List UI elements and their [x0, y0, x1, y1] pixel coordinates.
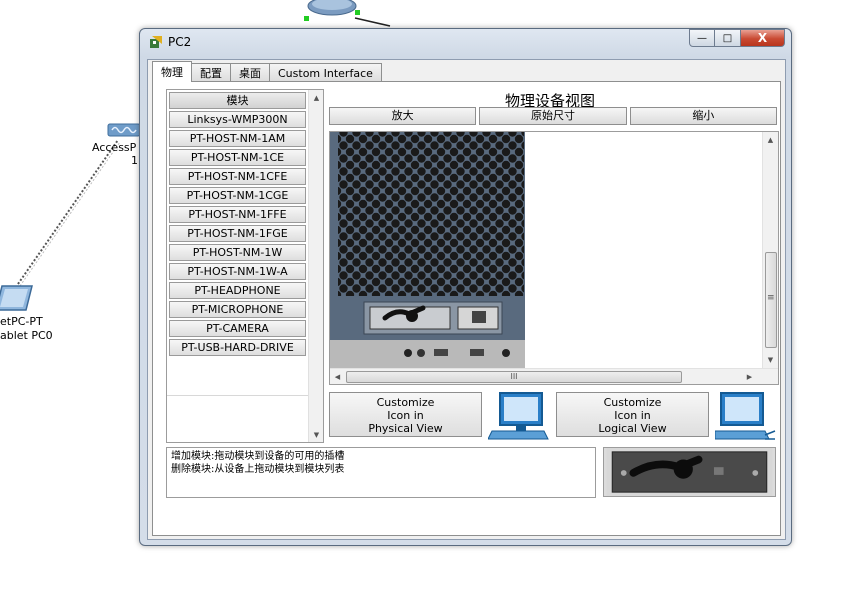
- tab-physical[interactable]: 物理: [152, 61, 192, 82]
- module-item[interactable]: PT-HOST-NM-1FFE: [169, 206, 306, 223]
- tablet-pc-icon[interactable]: [0, 284, 34, 314]
- tab-config[interactable]: 配置: [191, 63, 231, 82]
- module-list-header[interactable]: 模块: [169, 92, 306, 109]
- module-item[interactable]: PT-MICROPHONE: [169, 301, 306, 318]
- module-preview-image: [603, 447, 776, 497]
- tab-custom-interface[interactable]: Custom Interface: [269, 63, 382, 82]
- help-add-module: 增加模块:拖动模块到设备的可用的插槽: [171, 451, 345, 462]
- access-point-number: 1: [131, 154, 138, 167]
- vertical-grip: ≡: [767, 293, 775, 303]
- zoom-in-button[interactable]: 放大: [329, 107, 477, 125]
- tab-desktop[interactable]: 桌面: [230, 63, 270, 82]
- customize-physical-icon-button[interactable]: Customize Icon in Physical View: [329, 392, 482, 437]
- module-item[interactable]: PT-HOST-NM-1AM: [169, 130, 306, 147]
- help-remove-module: 删除模块:从设备上拖动模块到模块列表: [171, 464, 345, 475]
- customize-logical-icon-button[interactable]: Customize Icon in Logical View: [556, 392, 709, 437]
- close-button[interactable]: X: [741, 29, 785, 47]
- workspace-canvas[interactable]: AccessP 1 etPC-PT ablet PC0 PC2 — □ X 物理…: [0, 0, 862, 603]
- module-item[interactable]: PT-HOST-NM-1CE: [169, 149, 306, 166]
- original-size-button[interactable]: 原始尺寸: [479, 107, 627, 125]
- module-list-scrollbar[interactable]: ▲ ▼: [308, 90, 323, 442]
- module-item[interactable]: Linksys-WMP300N: [169, 111, 306, 128]
- customize-logical-line3: Logical View: [598, 422, 667, 435]
- device-window: PC2 — □ X 物理 配置 桌面 Custom Interface 模块 L…: [139, 28, 792, 546]
- physical-device-viewport[interactable]: ▲ ≡ ▼ ◀ III ▶: [329, 131, 779, 385]
- module-item[interactable]: PT-HOST-NM-1FGE: [169, 225, 306, 242]
- customize-physical-line3: Physical View: [368, 422, 443, 435]
- physical-tab-panel: 模块 Linksys-WMP300N PT-HOST-NM-1AM PT-HOS…: [152, 81, 781, 536]
- module-item[interactable]: PT-HEADPHONE: [169, 282, 306, 299]
- module-help-text: 增加模块:拖动模块到设备的可用的插槽 删除模块:从设备上拖动模块到模块列表: [166, 447, 596, 498]
- tablet-label-line2: ablet PC0: [0, 329, 53, 342]
- viewport-vertical-scrollbar[interactable]: ▲ ≡ ▼: [762, 132, 778, 368]
- customize-physical-line1: Customize: [376, 396, 435, 409]
- title-bar[interactable]: PC2 — □ X: [140, 29, 791, 55]
- module-item[interactable]: PT-CAMERA: [169, 320, 306, 337]
- logical-view-pc-icon: [715, 392, 776, 440]
- window-client-area: 物理 配置 桌面 Custom Interface 模块 Linksys-WMP…: [147, 59, 786, 540]
- module-item[interactable]: PT-HOST-NM-1CFE: [169, 168, 306, 185]
- zoom-controls: 放大 原始尺寸 缩小: [329, 107, 777, 125]
- viewport-horizontal-scrollbar[interactable]: ◀ III ▶: [330, 368, 778, 384]
- customize-logical-line2: Icon in: [614, 409, 651, 422]
- minimize-button[interactable]: —: [689, 29, 715, 47]
- window-controls: — □ X: [689, 29, 785, 47]
- tab-bar: 物理 配置 桌面 Custom Interface: [152, 61, 382, 82]
- router-icon[interactable]: [304, 0, 360, 24]
- scroll-up-icon[interactable]: ▲: [763, 132, 778, 147]
- module-list-divider: [167, 395, 309, 396]
- tablet-label-line1: etPC-PT: [0, 315, 43, 328]
- scroll-down-icon[interactable]: ▼: [309, 427, 324, 442]
- scroll-right-icon[interactable]: ▶: [742, 369, 757, 384]
- customize-logical-line1: Customize: [603, 396, 662, 409]
- maximize-button[interactable]: □: [715, 29, 741, 47]
- access-point-label: AccessP: [92, 141, 137, 154]
- module-item[interactable]: PT-USB-HARD-DRIVE: [169, 339, 306, 356]
- module-item[interactable]: PT-HOST-NM-1W-A: [169, 263, 306, 280]
- physical-view-pc-icon: [488, 392, 549, 440]
- access-point-icon[interactable]: [106, 118, 142, 142]
- pc-back-panel-image: [330, 132, 525, 368]
- app-icon: [150, 36, 162, 48]
- window-title: PC2: [168, 35, 192, 49]
- module-list: 模块 Linksys-WMP300N PT-HOST-NM-1AM PT-HOS…: [166, 89, 324, 443]
- scroll-left-icon[interactable]: ◀: [330, 369, 345, 384]
- zoom-out-button[interactable]: 缩小: [629, 107, 777, 125]
- scroll-up-icon[interactable]: ▲: [309, 90, 324, 105]
- module-item[interactable]: PT-HOST-NM-1W: [169, 244, 306, 261]
- module-item[interactable]: PT-HOST-NM-1CGE: [169, 187, 306, 204]
- viewport-vertical-thumb[interactable]: ≡: [765, 252, 777, 348]
- scroll-down-icon[interactable]: ▼: [763, 352, 778, 367]
- viewport-horizontal-thumb[interactable]: III: [346, 371, 682, 383]
- customize-physical-line2: Icon in: [387, 409, 424, 422]
